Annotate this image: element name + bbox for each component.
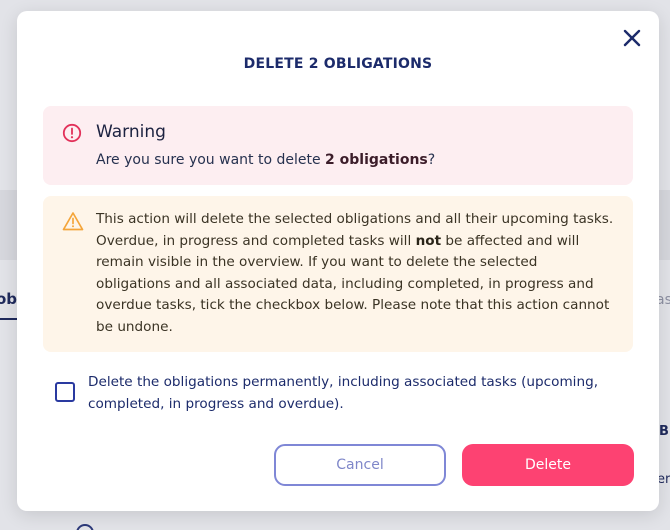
delete-permanently-checkbox[interactable] (55, 382, 75, 402)
caution-text-emphasis: not (415, 232, 442, 249)
delete-permanently-label[interactable]: Delete the obligations permanently, incl… (88, 371, 628, 415)
delete-obligations-dialog: DELETE 2 OBLIGATIONS Warning Are you sur… (17, 11, 659, 511)
warning-question: Are you sure you want to delete 2 obliga… (96, 152, 435, 168)
close-icon[interactable] (620, 26, 644, 50)
background-radio-icon (76, 524, 94, 530)
background-text-fragment: B (659, 424, 669, 439)
warning-panel: Warning Are you sure you want to delete … (43, 106, 633, 185)
background-tab-underline (0, 318, 18, 320)
warning-question-count: 2 obligations (325, 152, 428, 168)
exclamation-circle-icon (62, 123, 82, 143)
caution-panel: This action will delete the selected obl… (43, 196, 633, 352)
warning-triangle-icon (62, 211, 84, 231)
warning-title: Warning (96, 122, 166, 142)
cancel-button[interactable]: Cancel (274, 444, 446, 486)
warning-question-suffix: ? (427, 152, 436, 168)
delete-button[interactable]: Delete (462, 444, 634, 486)
warning-question-prefix: Are you sure you want to delete (96, 152, 326, 168)
dialog-title: DELETE 2 OBLIGATIONS (243, 56, 433, 72)
caution-message: This action will delete the selected obl… (96, 209, 616, 338)
